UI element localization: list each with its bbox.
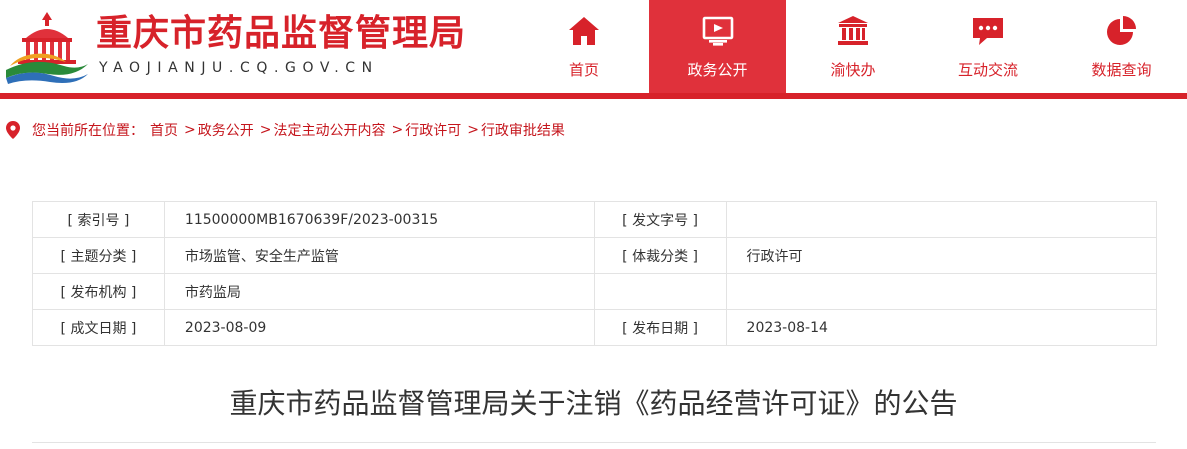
- breadcrumb-prefix: 您当前所在位置：: [32, 123, 144, 139]
- title-divider: [32, 442, 1156, 443]
- article-title: 重庆市药品监督管理局关于注销《药品经营许可证》的公告: [229, 387, 958, 420]
- meta-value-genre: 行政许可: [725, 237, 1158, 274]
- meta-key-publish-date: [ 发布日期 ]: [593, 309, 727, 346]
- breadcrumb-separator: >: [259, 122, 272, 138]
- breadcrumb-statutory-disclosure[interactable]: 法定主动公开内容: [273, 120, 385, 140]
- emblem-logo-icon[interactable]: [4, 8, 90, 86]
- breadcrumb-separator: >: [391, 122, 404, 138]
- nav-item-interaction[interactable]: 互动交流: [920, 0, 1056, 93]
- table-row: [ 主题分类 ] 市场监管、安全生产监管 [ 体裁分类 ] 行政许可: [32, 237, 1158, 274]
- government-building-icon: [838, 16, 868, 45]
- meta-value-written-date: 2023-08-09: [163, 309, 595, 346]
- header-divider: [0, 93, 1187, 99]
- open-gov-icon: [702, 16, 733, 46]
- pie-chart-icon: [1106, 16, 1136, 45]
- breadcrumb-open-gov[interactable]: 政务公开: [198, 120, 254, 140]
- meta-key-topic: [ 主题分类 ]: [32, 237, 165, 274]
- meta-value-publish-date: 2023-08-14: [725, 309, 1158, 346]
- meta-key-document-number: [ 发文字号 ]: [593, 201, 727, 238]
- meta-value-topic: 市场监管、安全生产监管: [163, 237, 595, 274]
- breadcrumb-home[interactable]: 首页: [150, 120, 178, 140]
- nav-label-open-gov: 政务公开: [687, 61, 748, 79]
- breadcrumb-separator: >: [467, 122, 479, 138]
- chat-icon: [973, 18, 1003, 45]
- meta-value-document-number: [725, 201, 1158, 238]
- meta-key-publisher: [ 发布机构 ]: [32, 273, 165, 310]
- meta-key-empty: [593, 273, 727, 310]
- breadcrumb-approval-results[interactable]: 行政审批结果: [481, 120, 565, 140]
- nav-label-interaction: 互动交流: [957, 61, 1018, 79]
- nav-item-home[interactable]: 首页: [519, 0, 649, 93]
- nav-item-open-gov[interactable]: 政务公开: [649, 0, 786, 93]
- nav-label-yukuaiban: 渝快办: [830, 61, 876, 79]
- table-row: [ 成文日期 ] 2023-08-09 [ 发布日期 ] 2023-08-14: [32, 309, 1158, 346]
- table-row: [ 发布机构 ] 市药监局: [32, 273, 1158, 310]
- meta-key-index-number: [ 索引号 ]: [32, 201, 165, 238]
- nav-item-yukuaiban[interactable]: 渝快办: [786, 0, 920, 93]
- nav-label-home: 首页: [568, 61, 599, 79]
- meta-value-empty: [725, 273, 1158, 310]
- meta-key-written-date: [ 成文日期 ]: [32, 309, 165, 346]
- breadcrumb: 您当前所在位置： 首页 > 政务公开 > 法定主动公开内容 > 行政许可 > 行…: [6, 120, 565, 140]
- meta-key-genre: [ 体裁分类 ]: [593, 237, 727, 274]
- nav-item-data-query[interactable]: 数据查询: [1056, 0, 1187, 93]
- meta-value-publisher: 市药监局: [163, 273, 595, 310]
- site-domain: YAOJIANJU.CQ.GOV.CN: [99, 60, 379, 76]
- location-pin-icon: [6, 121, 20, 139]
- document-meta-table: [ 索引号 ] 11500000MB1670639F/2023-00315 [ …: [32, 201, 1158, 346]
- site-header: 重庆市药品监督管理局 YAOJIANJU.CQ.GOV.CN 首页 政务公开 渝…: [0, 0, 1187, 93]
- site-title[interactable]: 重庆市药品监督管理局: [96, 12, 466, 56]
- main-nav: 首页 政务公开 渝快办 互动交流 数据查询: [519, 0, 1187, 93]
- table-row: [ 索引号 ] 11500000MB1670639F/2023-00315 [ …: [32, 201, 1158, 238]
- nav-label-data-query: 数据查询: [1091, 61, 1152, 79]
- home-icon: [569, 17, 599, 45]
- breadcrumb-admin-license[interactable]: 行政许可: [405, 120, 461, 140]
- breadcrumb-separator: >: [184, 122, 196, 138]
- meta-value-index-number: 11500000MB1670639F/2023-00315: [163, 201, 595, 238]
